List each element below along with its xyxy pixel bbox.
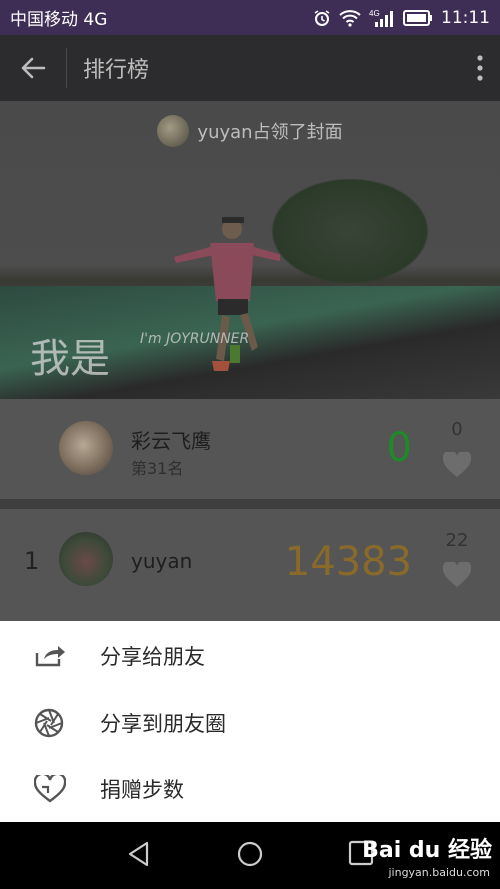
status-bar: 中国移动 4G 4G 11:11	[0, 0, 500, 35]
donate-steps-item[interactable]: 捐赠步数	[0, 756, 500, 822]
system-nav-bar: Bai du 经验 jingyan.baidu.com	[0, 822, 500, 889]
heart-icon[interactable]	[443, 452, 471, 478]
list-separator	[0, 499, 500, 509]
share-icon	[0, 643, 100, 669]
share-to-friend-item[interactable]: 分享给朋友	[0, 623, 500, 689]
ranking-list: 彩云飞鹰 第31名 0 0 1 yuyan 14383 22	[0, 399, 500, 621]
clock: 11:11	[441, 7, 490, 28]
more-options-button[interactable]	[460, 35, 500, 101]
app-bar: 排行榜	[0, 35, 500, 101]
rank-avatar[interactable]	[59, 532, 113, 586]
share-sheet: 分享给朋友 分享到朋友圈 捐赠步数	[0, 621, 500, 822]
heart-icon[interactable]	[443, 562, 471, 588]
runner-figure	[174, 217, 280, 371]
alarm-icon	[313, 9, 331, 27]
cover-owner-avatar	[157, 115, 190, 147]
rank-name: yuyan	[131, 549, 193, 573]
moments-aperture-icon	[0, 708, 100, 738]
my-rank-row[interactable]: 彩云飞鹰 第31名 0 0	[0, 399, 500, 499]
my-rank-text: 第31名	[131, 459, 184, 478]
donate-heart-icon	[0, 775, 100, 803]
rank-like-count: 22	[445, 530, 469, 551]
svg-text:4G: 4G	[369, 9, 380, 18]
my-steps: 0	[386, 425, 412, 471]
joyrunner-brand-sub: I'm JOYRUNNER	[140, 331, 250, 347]
wifi-icon	[339, 9, 361, 27]
page-title: 排行榜	[83, 58, 150, 83]
share-to-moments-item[interactable]: 分享到朋友圈	[0, 690, 500, 756]
appbar-divider	[66, 48, 67, 88]
donate-steps-label: 捐赠步数	[100, 778, 184, 802]
signal-icon: 4G	[369, 8, 395, 28]
more-vert-icon	[477, 55, 483, 81]
my-avatar[interactable]	[59, 421, 113, 475]
cover-image[interactable]: yuyan占领了封面 我是 I'm JOYRUNNER	[0, 101, 500, 399]
battery-icon	[403, 9, 433, 26]
rank-steps: 14383	[284, 539, 412, 585]
cover-caption: yuyan占领了封面	[0, 115, 500, 147]
rank-number: 1	[24, 547, 40, 575]
nav-back-icon[interactable]	[125, 840, 153, 868]
baidu-watermark: Bai du 经验	[362, 838, 492, 863]
cover-trees	[260, 171, 440, 291]
nav-home-icon[interactable]	[236, 840, 264, 868]
my-like-count: 0	[451, 419, 463, 440]
cover-caption-text: yuyan占领了封面	[197, 122, 343, 143]
back-button[interactable]	[0, 35, 66, 101]
share-to-friend-label: 分享给朋友	[100, 645, 205, 669]
share-to-moments-label: 分享到朋友圈	[100, 712, 226, 736]
my-name: 彩云飞鹰	[131, 429, 211, 453]
baidu-watermark-url: jingyan.baidu.com	[388, 866, 490, 879]
status-icons: 4G 11:11	[313, 8, 490, 28]
carrier-label: 中国移动 4G	[10, 10, 108, 30]
back-arrow-icon	[21, 57, 46, 79]
rank-row-1[interactable]: 1 yuyan 14383 22	[0, 509, 500, 621]
joyrunner-brand-text: 我是	[30, 336, 110, 382]
